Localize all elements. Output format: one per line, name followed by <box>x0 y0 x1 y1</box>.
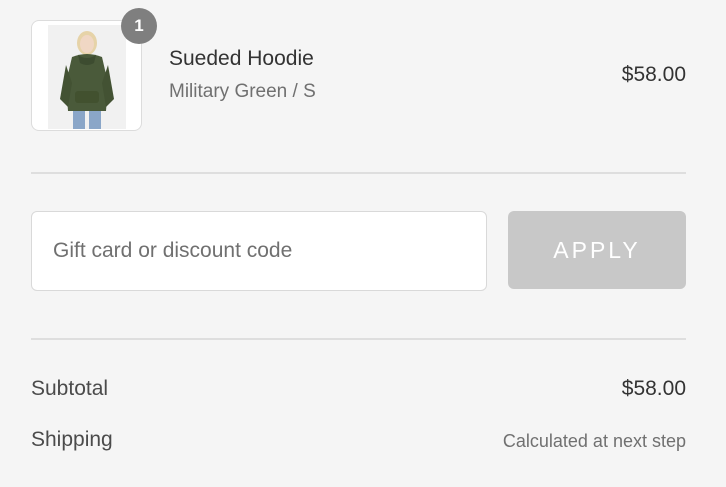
apply-discount-button[interactable]: APPLY <box>508 211 686 289</box>
subtotal-label: Subtotal <box>31 377 109 400</box>
section-divider <box>31 172 686 174</box>
order-summary: 1 Sueded Hoodie Military Green / S $58.0… <box>31 0 686 487</box>
subtotal-value: $58.00 <box>621 377 686 400</box>
shipping-row: Shipping Calculated at next step <box>31 428 686 458</box>
product-name: Sueded Hoodie <box>169 47 314 70</box>
product-price: $58.00 <box>621 63 686 86</box>
hoodie-product-image <box>48 25 126 129</box>
product-line-item: 1 Sueded Hoodie Military Green / S $58.0… <box>31 8 686 134</box>
product-thumbnail: 1 <box>31 8 157 131</box>
product-variant: Military Green / S <box>169 81 316 102</box>
discount-code-input[interactable] <box>31 211 487 291</box>
section-divider <box>31 338 686 340</box>
shipping-label: Shipping <box>31 428 113 451</box>
subtotal-row: Subtotal $58.00 <box>31 377 686 407</box>
quantity-badge: 1 <box>121 8 157 44</box>
shipping-value: Calculated at next step <box>502 431 686 451</box>
